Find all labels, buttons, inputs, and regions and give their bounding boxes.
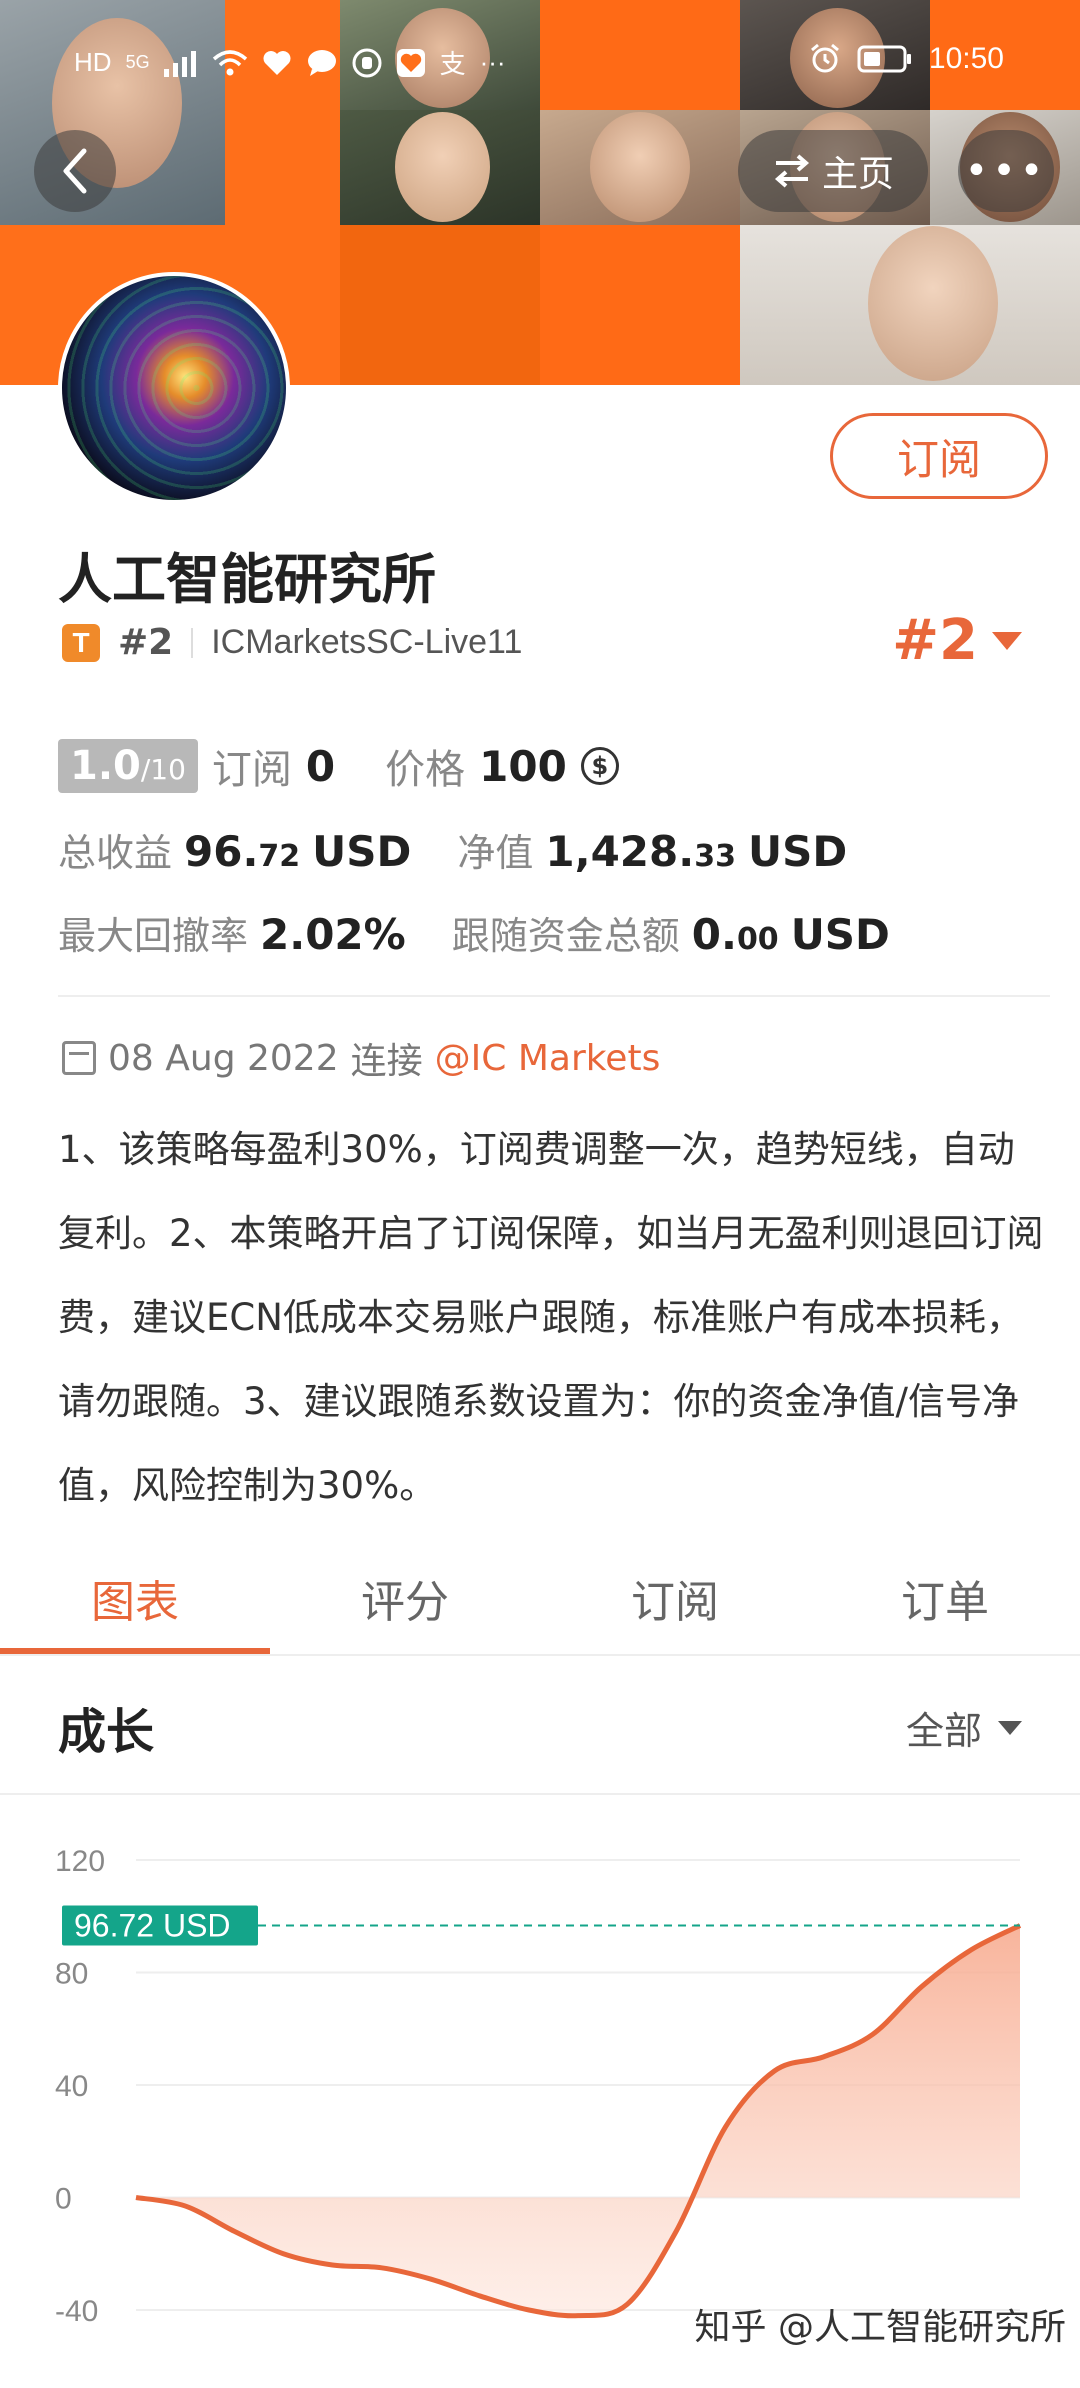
date-row: 08 Aug 2022 连接 @IC Markets <box>62 1032 660 1084</box>
equity-dec: 33 <box>694 839 736 874</box>
y-tick-label: 80 <box>55 1958 88 1991</box>
price-label: 价格 <box>385 747 466 793</box>
more-notifications-icon: ··· <box>479 47 506 77</box>
y-tick-label: 40 <box>55 2070 88 2103</box>
meta-row: T #2 ICMarketsSC-Live11 <box>62 622 522 663</box>
rank-label: #2 <box>118 622 174 663</box>
range-dropdown[interactable]: 全部 <box>906 1700 1022 1755</box>
current-value-label: 96.72 USD <box>74 1907 231 1943</box>
hand-icon <box>352 48 382 77</box>
home-button[interactable]: 主页 <box>738 130 928 212</box>
follow-funds-dec: 00 <box>736 922 779 957</box>
type-badge: T <box>62 623 100 662</box>
status-bar: HD 5G 支 ··· 10:50 <box>0 38 1080 90</box>
subscribe-button[interactable]: 订阅 <box>830 413 1048 499</box>
drawdown-label: 最大回撤率 <box>58 914 249 958</box>
follow-funds-value: 0.00 <box>692 910 779 959</box>
swap-icon <box>774 154 810 188</box>
broker-link[interactable]: @IC Markets <box>435 1038 661 1079</box>
score-badge: 1.0/10 <box>58 739 198 793</box>
tab-orders[interactable]: 订单 <box>810 1558 1080 1656</box>
status-time: 10:50 <box>928 42 1004 75</box>
total-profit-int: 96. <box>184 827 259 876</box>
banner-tile <box>540 225 740 385</box>
server-name: ICMarketsSC-Live11 <box>211 623 523 661</box>
more-button[interactable]: ••• <box>958 130 1054 212</box>
divider <box>58 995 1050 997</box>
banner-tile <box>340 225 540 385</box>
signal-icon <box>163 50 196 77</box>
hd-icon: HD <box>74 47 112 77</box>
health-icon <box>396 48 425 77</box>
stats-row-3: 最大回撤率 2.02% 跟随资金总额 0.00 USD <box>58 905 890 960</box>
status-right: 10:50 <box>809 42 1004 76</box>
score-sub: /10 <box>140 753 186 786</box>
growth-area <box>136 1925 1020 2316</box>
meta-divider <box>191 627 194 658</box>
chevron-left-icon <box>63 148 87 194</box>
caret-down-icon <box>992 631 1022 650</box>
follow-funds-label: 跟随资金总额 <box>451 914 680 958</box>
avatar <box>58 272 290 504</box>
tab-rating[interactable]: 评分 <box>270 1558 540 1656</box>
subs-label: 订阅 <box>211 747 292 793</box>
section-title: 成长 <box>58 1704 155 1760</box>
banner-face <box>590 112 690 222</box>
y-tick-label: 0 <box>55 2183 72 2216</box>
heart-icon <box>263 50 291 75</box>
rank-value: #2 <box>892 608 978 673</box>
connect-label: 连接 <box>350 1041 423 1082</box>
total-profit-unit: USD <box>312 827 412 876</box>
wifi-icon <box>212 49 247 75</box>
y-tick-label: -40 <box>55 2295 98 2328</box>
strategy-description: 1、该策略每盈利30%，订阅费调整一次，趋势短线，自动复利。2、本策略开启了订阅… <box>58 1128 1044 1507</box>
price-value: 100 <box>479 741 567 791</box>
subs-value: 0 <box>305 741 336 791</box>
follow-funds-int: 0. <box>691 910 737 959</box>
stats-row-1: 1.0/10 订阅 0 价格 100 $ <box>58 737 619 795</box>
banner-face <box>868 226 998 381</box>
tab-chart[interactable]: 图表 <box>0 1558 270 1656</box>
calendar-icon <box>62 1041 96 1075</box>
total-profit-label: 总收益 <box>58 831 173 875</box>
chat-icon <box>307 49 336 76</box>
y-tick-label: 120 <box>55 1845 105 1878</box>
growth-header: 成长 全部 <box>0 1656 1080 1794</box>
equity-value: 1,428.33 <box>545 827 736 876</box>
page-title: 人工智能研究所 <box>58 548 436 611</box>
stats-row-2: 总收益 96.72 USD 净值 1,428.33 USD <box>58 822 847 877</box>
rank-dropdown[interactable]: #2 <box>892 608 1022 673</box>
tab-subscription[interactable]: 订阅 <box>540 1558 810 1656</box>
home-button-label: 主页 <box>821 154 894 195</box>
equity-int: 1,428. <box>545 827 695 876</box>
follow-funds-unit: USD <box>790 910 890 959</box>
tab-bar: 图表 评分 订阅 订单 <box>0 1558 1080 1656</box>
equity-unit: USD <box>747 827 848 876</box>
back-button[interactable] <box>34 130 116 212</box>
pay-icon: 支 <box>439 49 466 79</box>
total-profit-value: 96.72 <box>184 827 300 876</box>
drawdown-value: 2.02% <box>260 910 406 959</box>
caret-down-icon <box>998 1720 1022 1735</box>
status-icons: HD 5G 支 ··· <box>74 44 506 81</box>
network-5g-icon: 5G <box>125 52 150 72</box>
equity-label: 净值 <box>457 831 534 875</box>
more-dots-icon: ••• <box>964 148 1048 194</box>
banner-face <box>395 112 490 222</box>
range-label: 全部 <box>905 1709 982 1753</box>
alarm-icon <box>810 43 839 73</box>
total-profit-dec: 72 <box>258 839 301 874</box>
battery-icon <box>857 45 911 73</box>
score-main: 1.0 <box>70 743 141 789</box>
coin-icon: $ <box>580 747 619 785</box>
connect-date: 08 Aug 2022 <box>108 1037 339 1079</box>
watermark: 知乎 @人工智能研究所 <box>694 2307 1066 2348</box>
